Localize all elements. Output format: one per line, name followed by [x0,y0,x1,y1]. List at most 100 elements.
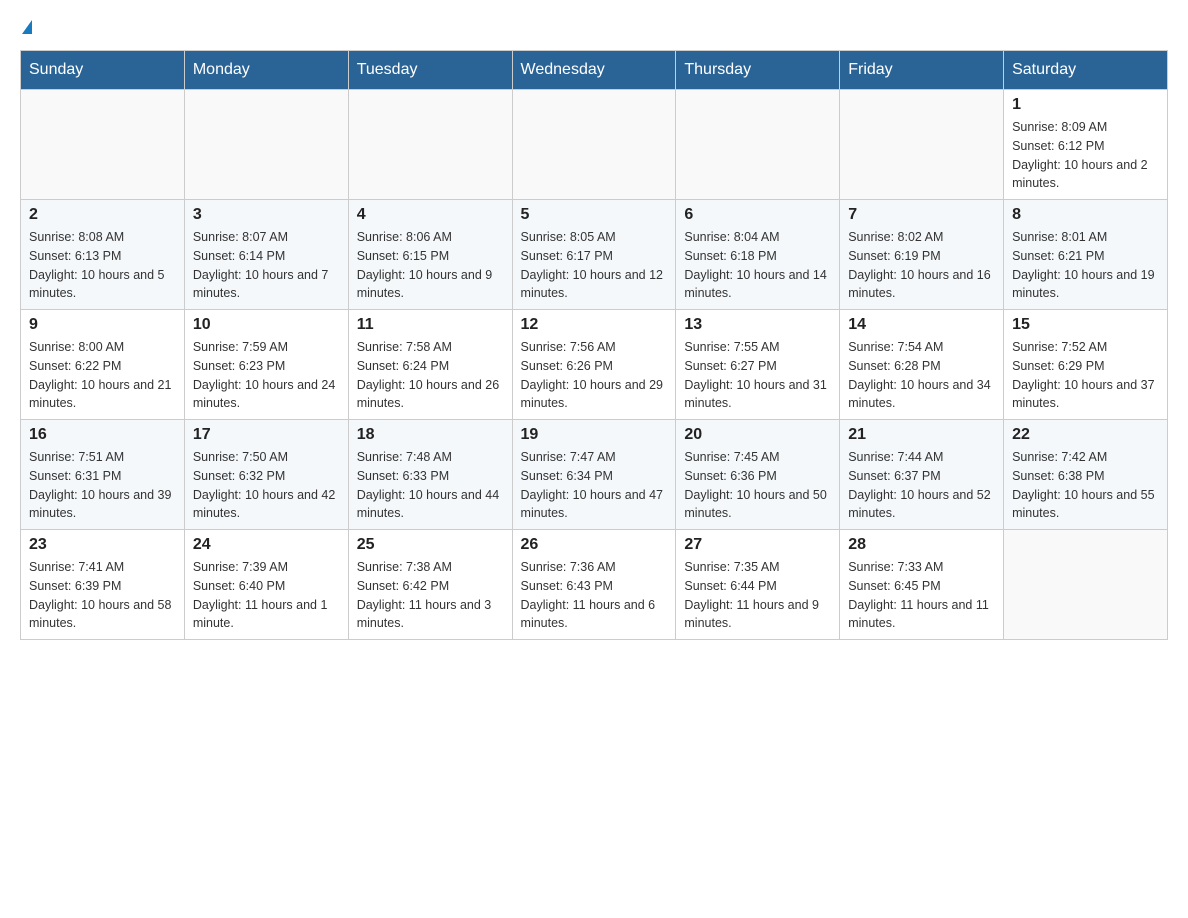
calendar-cell: 4 Sunrise: 8:06 AMSunset: 6:15 PMDaylight… [348,200,512,310]
calendar-cell: 9 Sunrise: 8:00 AMSunset: 6:22 PMDaylight… [21,310,185,420]
day-info: Sunrise: 7:54 AMSunset: 6:28 PMDaylight:… [848,338,995,413]
calendar-cell: 21 Sunrise: 7:44 AMSunset: 6:37 PMDayligh… [840,420,1004,530]
day-info: Sunrise: 7:59 AMSunset: 6:23 PMDaylight:… [193,338,340,413]
day-info: Sunrise: 8:02 AMSunset: 6:19 PMDaylight:… [848,228,995,303]
day-info: Sunrise: 7:47 AMSunset: 6:34 PMDaylight:… [521,448,668,523]
day-info: Sunrise: 7:33 AMSunset: 6:45 PMDaylight:… [848,558,995,633]
calendar-cell: 15Sunrise: 7:52 AMSunset: 6:29 PMDayligh… [1004,310,1168,420]
day-number: 28 [848,536,995,554]
weekday-header-tuesday: Tuesday [348,51,512,90]
calendar-cell: 1 Sunrise: 8:09 AMSunset: 6:12 PMDaylight… [1004,90,1168,200]
day-info: Sunrise: 7:39 AMSunset: 6:40 PMDaylight:… [193,558,340,633]
calendar-week-row: 1 Sunrise: 8:09 AMSunset: 6:12 PMDaylight… [21,90,1168,200]
calendar-cell: 24 Sunrise: 7:39 AMSunset: 6:40 PMDayligh… [184,530,348,640]
day-number: 25 [357,536,504,554]
calendar-cell: 28 Sunrise: 7:33 AMSunset: 6:45 PMDayligh… [840,530,1004,640]
day-number: 22 [1012,426,1159,444]
logo [20,20,34,34]
day-number: 16 [29,426,176,444]
calendar-header-row: SundayMondayTuesdayWednesdayThursdayFrid… [21,51,1168,90]
day-number: 12 [521,316,668,334]
calendar-week-row: 9 Sunrise: 8:00 AMSunset: 6:22 PMDaylight… [21,310,1168,420]
calendar-cell [348,90,512,200]
day-number: 14 [848,316,995,334]
day-info: Sunrise: 7:42 AMSunset: 6:38 PMDaylight:… [1012,448,1159,523]
calendar-cell: 8 Sunrise: 8:01 AMSunset: 6:21 PMDaylight… [1004,200,1168,310]
day-number: 24 [193,536,340,554]
calendar-cell: 19 Sunrise: 7:47 AMSunset: 6:34 PMDayligh… [512,420,676,530]
day-number: 3 [193,206,340,224]
day-number: 18 [357,426,504,444]
day-info: Sunrise: 7:36 AMSunset: 6:43 PMDaylight:… [521,558,668,633]
day-info: Sunrise: 8:05 AMSunset: 6:17 PMDaylight:… [521,228,668,303]
day-number: 13 [684,316,831,334]
calendar-cell: 27 Sunrise: 7:35 AMSunset: 6:44 PMDayligh… [676,530,840,640]
day-info: Sunrise: 8:09 AMSunset: 6:12 PMDaylight:… [1012,118,1159,193]
calendar-cell: 25 Sunrise: 7:38 AMSunset: 6:42 PMDayligh… [348,530,512,640]
weekday-header-thursday: Thursday [676,51,840,90]
calendar-cell [1004,530,1168,640]
day-number: 8 [1012,206,1159,224]
weekday-header-sunday: Sunday [21,51,185,90]
calendar-week-row: 23Sunrise: 7:41 AMSunset: 6:39 PMDayligh… [21,530,1168,640]
day-info: Sunrise: 8:07 AMSunset: 6:14 PMDaylight:… [193,228,340,303]
day-number: 7 [848,206,995,224]
day-number: 2 [29,206,176,224]
weekday-header-friday: Friday [840,51,1004,90]
day-info: Sunrise: 7:38 AMSunset: 6:42 PMDaylight:… [357,558,504,633]
day-info: Sunrise: 8:01 AMSunset: 6:21 PMDaylight:… [1012,228,1159,303]
day-info: Sunrise: 7:41 AMSunset: 6:39 PMDaylight:… [29,558,176,633]
day-number: 9 [29,316,176,334]
day-info: Sunrise: 8:00 AMSunset: 6:22 PMDaylight:… [29,338,176,413]
day-info: Sunrise: 7:51 AMSunset: 6:31 PMDaylight:… [29,448,176,523]
day-number: 20 [684,426,831,444]
day-info: Sunrise: 8:08 AMSunset: 6:13 PMDaylight:… [29,228,176,303]
calendar-week-row: 16 Sunrise: 7:51 AMSunset: 6:31 PMDayligh… [21,420,1168,530]
calendar-table: SundayMondayTuesdayWednesdayThursdayFrid… [20,50,1168,640]
day-number: 17 [193,426,340,444]
calendar-cell: 10 Sunrise: 7:59 AMSunset: 6:23 PMDayligh… [184,310,348,420]
day-info: Sunrise: 7:56 AMSunset: 6:26 PMDaylight:… [521,338,668,413]
calendar-cell: 23Sunrise: 7:41 AMSunset: 6:39 PMDayligh… [21,530,185,640]
calendar-cell: 14 Sunrise: 7:54 AMSunset: 6:28 PMDayligh… [840,310,1004,420]
calendar-week-row: 2 Sunrise: 8:08 AMSunset: 6:13 PMDaylight… [21,200,1168,310]
day-number: 4 [357,206,504,224]
day-info: Sunrise: 7:52 AMSunset: 6:29 PMDaylight:… [1012,338,1159,413]
day-info: Sunrise: 7:48 AMSunset: 6:33 PMDaylight:… [357,448,504,523]
day-info: Sunrise: 7:35 AMSunset: 6:44 PMDaylight:… [684,558,831,633]
day-info: Sunrise: 8:04 AMSunset: 6:18 PMDaylight:… [684,228,831,303]
calendar-cell: 5 Sunrise: 8:05 AMSunset: 6:17 PMDaylight… [512,200,676,310]
day-number: 10 [193,316,340,334]
calendar-cell [21,90,185,200]
calendar-cell: 3 Sunrise: 8:07 AMSunset: 6:14 PMDaylight… [184,200,348,310]
calendar-cell: 7 Sunrise: 8:02 AMSunset: 6:19 PMDaylight… [840,200,1004,310]
day-info: Sunrise: 7:55 AMSunset: 6:27 PMDaylight:… [684,338,831,413]
calendar-cell: 18 Sunrise: 7:48 AMSunset: 6:33 PMDayligh… [348,420,512,530]
day-info: Sunrise: 7:58 AMSunset: 6:24 PMDaylight:… [357,338,504,413]
calendar-cell: 2 Sunrise: 8:08 AMSunset: 6:13 PMDaylight… [21,200,185,310]
calendar-cell: 22 Sunrise: 7:42 AMSunset: 6:38 PMDayligh… [1004,420,1168,530]
day-info: Sunrise: 8:06 AMSunset: 6:15 PMDaylight:… [357,228,504,303]
day-number: 1 [1012,96,1159,114]
calendar-cell: 6 Sunrise: 8:04 AMSunset: 6:18 PMDaylight… [676,200,840,310]
logo-triangle-icon [22,20,32,34]
calendar-cell: 17 Sunrise: 7:50 AMSunset: 6:32 PMDayligh… [184,420,348,530]
day-number: 19 [521,426,668,444]
weekday-header-saturday: Saturday [1004,51,1168,90]
calendar-cell [184,90,348,200]
weekday-header-wednesday: Wednesday [512,51,676,90]
weekday-header-monday: Monday [184,51,348,90]
day-info: Sunrise: 7:50 AMSunset: 6:32 PMDaylight:… [193,448,340,523]
day-number: 27 [684,536,831,554]
day-number: 6 [684,206,831,224]
day-number: 11 [357,316,504,334]
calendar-cell [676,90,840,200]
day-number: 26 [521,536,668,554]
day-number: 5 [521,206,668,224]
day-number: 21 [848,426,995,444]
calendar-cell: 11 Sunrise: 7:58 AMSunset: 6:24 PMDayligh… [348,310,512,420]
calendar-cell: 12 Sunrise: 7:56 AMSunset: 6:26 PMDayligh… [512,310,676,420]
calendar-cell [840,90,1004,200]
day-info: Sunrise: 7:44 AMSunset: 6:37 PMDaylight:… [848,448,995,523]
day-info: Sunrise: 7:45 AMSunset: 6:36 PMDaylight:… [684,448,831,523]
